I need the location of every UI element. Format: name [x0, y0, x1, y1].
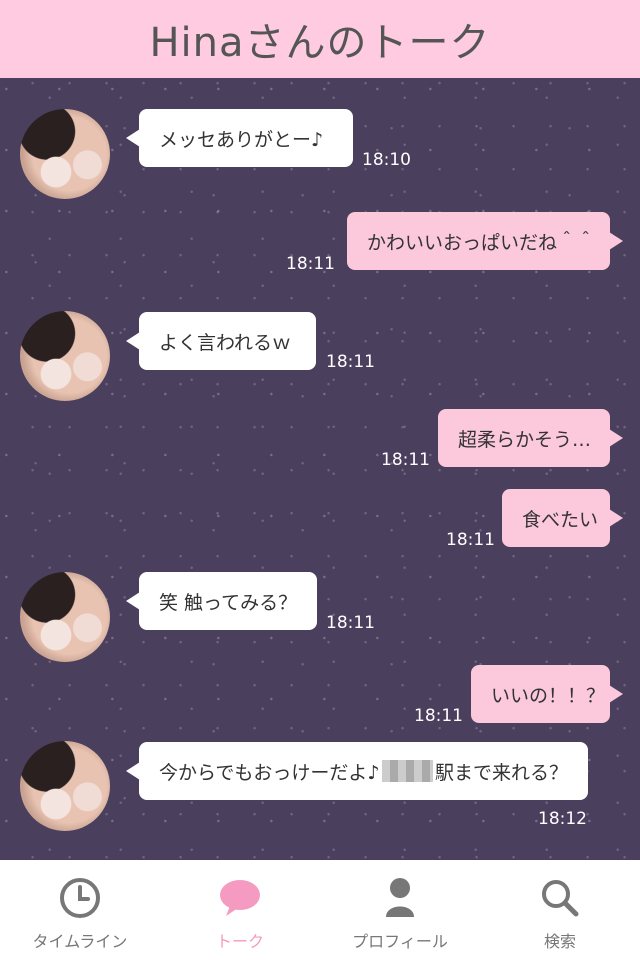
message-bubble[interactable]: 食べたい	[502, 489, 623, 547]
tab-timeline[interactable]: タイムライン	[0, 860, 160, 960]
message-text: 食べたい	[522, 508, 599, 531]
message-text: よく言われるｗ	[159, 331, 292, 354]
message-text-after: 駅まで来れる？	[434, 761, 568, 784]
avatar[interactable]	[20, 572, 110, 662]
tab-search[interactable]: 検索	[480, 860, 640, 960]
message-time: 18:11	[381, 450, 430, 470]
tab-label: プロフィール	[352, 932, 448, 951]
tab-label: タイムライン	[32, 932, 128, 951]
speech-bubble-icon	[218, 876, 262, 920]
message-bubble[interactable]: 今からでもおっけーだよ♪ 駅まで来れる？	[126, 742, 588, 800]
page-title: Hinaさんのトーク	[149, 20, 491, 66]
message-time: 18:11	[414, 706, 463, 726]
avatar[interactable]	[20, 311, 110, 401]
message-bubble[interactable]: かわいいおっぱいだね＾＾	[347, 212, 623, 270]
message-text: かわいいおっぱいだね＾＾	[367, 231, 596, 254]
tab-profile[interactable]: プロフィール	[320, 860, 480, 960]
avatar[interactable]	[20, 741, 110, 831]
clock-icon	[58, 876, 102, 920]
message-time: 18:11	[446, 530, 495, 550]
tab-talk[interactable]: トーク	[160, 860, 320, 960]
avatar[interactable]	[20, 109, 110, 199]
message-time: 18:10	[362, 150, 411, 170]
message-bubble[interactable]: よく言われるｗ	[126, 312, 316, 370]
message-text: 超柔らかそう…	[458, 428, 592, 451]
message-time: 18:12	[538, 809, 587, 829]
message-text: メッセありがとー♪	[159, 128, 324, 151]
chat-area[interactable]: メッセありがとー♪ 18:10 かわいいおっぱいだね＾＾ 18:11 よく言われ…	[0, 78, 640, 860]
header-bar: Hinaさんのトーク	[0, 0, 640, 78]
message-time: 18:11	[326, 613, 375, 633]
message-bubble[interactable]: メッセありがとー♪	[126, 109, 353, 167]
tab-label: 検索	[543, 932, 576, 951]
message-text: いいの！！？	[491, 684, 606, 707]
message-text: 笑 触ってみる？	[159, 591, 298, 614]
message-time: 18:11	[326, 352, 375, 372]
search-icon	[538, 876, 582, 920]
message-bubble[interactable]: 笑 触ってみる？	[126, 572, 317, 630]
censored-text-block	[381, 760, 433, 782]
message-bubble[interactable]: いいの！！？	[471, 665, 623, 723]
bottom-tab-bar: タイムライン トーク プロフィール 検索	[0, 860, 640, 960]
person-icon	[378, 876, 422, 920]
message-text-before: 今からでもおっけーだよ♪	[159, 761, 380, 784]
tab-label: トーク	[215, 932, 264, 951]
message-time: 18:11	[286, 254, 335, 274]
message-bubble[interactable]: 超柔らかそう…	[438, 409, 623, 467]
